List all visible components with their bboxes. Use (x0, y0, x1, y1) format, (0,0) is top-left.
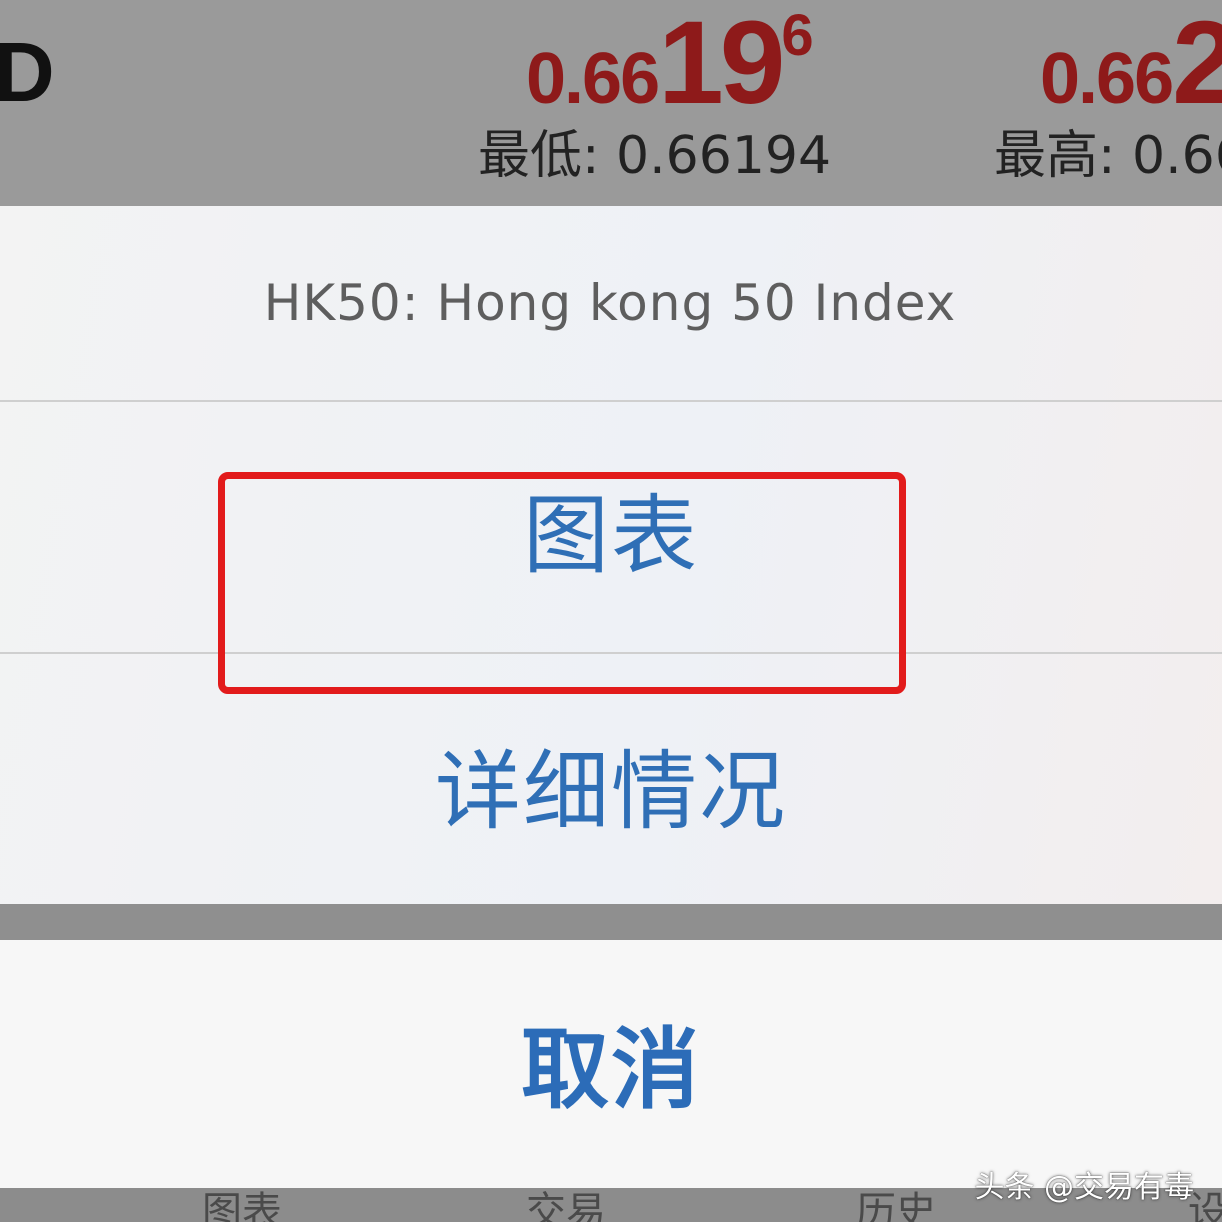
sheet-gap (0, 904, 1222, 940)
quote-row: D 0.66196 0.662 最低: 0.66194 最高: 0.66 (0, 0, 1222, 206)
bid-price-big-digits: 19 (658, 0, 785, 129)
cancel-button-label: 取消 (520, 1017, 701, 1121)
ask-price-prefix: 0.66 (1040, 39, 1174, 119)
action-sheet-title: HK50: Hong kong 50 Index (263, 274, 957, 332)
action-sheet-header: HK50: Hong kong 50 Index (0, 206, 1222, 402)
low-price-label: 最低: 0.66194 (478, 126, 832, 186)
bid-price: 0.66196 (526, 4, 814, 122)
ask-price-big-digits: 2 (1172, 0, 1222, 129)
watermark-text: 头条 @交易有毒 (974, 1170, 1194, 1205)
bid-price-pip: 6 (781, 3, 814, 68)
chart-option-button[interactable]: 图表 (0, 402, 1222, 654)
ask-price: 0.662 (1040, 4, 1222, 122)
screen: D 0.66196 0.662 最低: 0.66194 最高: 0.66 HK5… (0, 0, 1222, 1222)
symbol-name: D (0, 25, 55, 119)
cancel-button[interactable]: 取消 (0, 940, 1222, 1188)
tab-trade[interactable]: 交易 (526, 1192, 606, 1222)
details-option-label: 详细情况 (435, 741, 787, 842)
bid-price-prefix: 0.66 (526, 39, 660, 119)
tab-history[interactable]: 历史 (856, 1192, 936, 1222)
chart-option-label: 图表 (523, 485, 699, 586)
tab-chart[interactable]: 图表 (202, 1192, 282, 1222)
high-price-label: 最高: 0.66 (994, 126, 1222, 186)
details-option-button[interactable]: 详细情况 (0, 654, 1222, 904)
action-sheet: HK50: Hong kong 50 Index 图表 详细情况 (0, 206, 1222, 904)
